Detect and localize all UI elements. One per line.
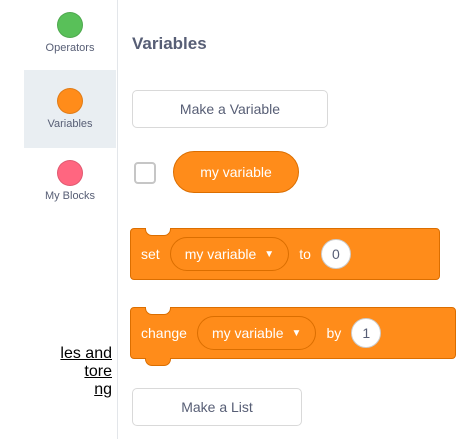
category-label: My Blocks: [44, 190, 96, 202]
dropdown-label: my variable: [211, 325, 284, 341]
set-variable-block[interactable]: set my variable ▼ to 0: [130, 228, 440, 280]
category-label: Variables: [47, 118, 93, 130]
change-label: change: [141, 325, 187, 341]
operators-dot-icon: [57, 12, 83, 38]
chevron-down-icon: ▼: [264, 248, 275, 260]
set-label: set: [141, 246, 160, 262]
dropdown-label: my variable: [184, 246, 257, 262]
caption-line: les and: [60, 345, 112, 362]
category-label: Operators: [45, 42, 95, 54]
variable-checkbox[interactable]: [134, 162, 156, 184]
variable-dropdown[interactable]: my variable ▼: [169, 237, 290, 271]
category-operators[interactable]: Operators: [24, 0, 116, 68]
change-variable-block[interactable]: change my variable ▼ by 1: [130, 307, 456, 366]
make-variable-button[interactable]: Make a Variable: [132, 90, 328, 128]
block-notch: [145, 307, 171, 315]
caption-line: tore: [84, 363, 112, 380]
variables-dot-icon: [57, 88, 83, 114]
my-variable-reporter[interactable]: my variable: [173, 151, 299, 193]
category-variables[interactable]: Variables: [24, 70, 116, 148]
value-input[interactable]: 0: [320, 239, 351, 269]
category-my-blocks[interactable]: My Blocks: [24, 160, 116, 230]
to-label: to: [299, 246, 311, 262]
block-notch-bottom: [145, 358, 171, 366]
block-notch: [145, 228, 171, 236]
chevron-down-icon: ▼: [291, 327, 302, 339]
variable-dropdown[interactable]: my variable ▼: [196, 316, 317, 350]
by-label: by: [326, 325, 342, 341]
caption-line: ng: [94, 381, 112, 398]
value-input[interactable]: 1: [351, 318, 382, 348]
make-list-button[interactable]: Make a List: [132, 388, 302, 426]
my-blocks-dot-icon: [57, 160, 83, 186]
palette-title: Variables: [132, 34, 207, 53]
cropped-caption-text: les and tore ng: [0, 345, 112, 399]
